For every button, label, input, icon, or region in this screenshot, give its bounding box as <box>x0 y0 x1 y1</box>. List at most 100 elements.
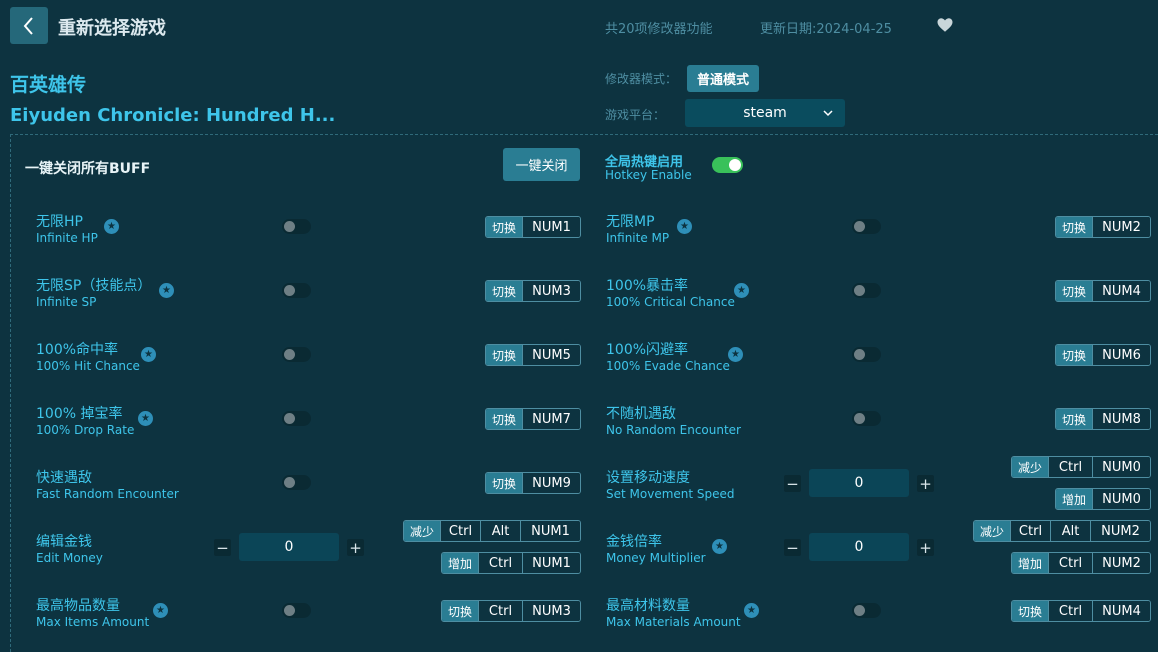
hotkey-tag: 切换 <box>486 409 522 429</box>
hotkey-money-multiplier-increase[interactable]: 增加 Ctrl NUM2 <box>1011 552 1151 574</box>
hotkey-no-random-encounter[interactable]: 切换 NUM8 <box>1055 408 1151 430</box>
toggle-infinite-mp[interactable] <box>852 219 881 234</box>
close-all-button[interactable]: 一键关闭 <box>503 148 580 181</box>
option-label-cn: 金钱倍率 <box>606 534 662 550</box>
hotkey-tag: 切换 <box>486 281 522 301</box>
hotkey-money-multiplier-decrease[interactable]: 减少 Ctrl Alt NUM2 <box>973 520 1151 542</box>
option-label-en: Infinite HP <box>36 231 98 245</box>
hotkey-infinite-hp[interactable]: 切换 NUM1 <box>485 216 581 238</box>
hotkey-infinite-sp[interactable]: 切换 NUM3 <box>485 280 581 302</box>
toggle-drop-rate[interactable] <box>282 411 311 426</box>
toggle-max-items[interactable] <box>282 603 311 618</box>
hotkey-tag: 切换 <box>1056 345 1092 365</box>
hotkey-tag: 切换 <box>486 473 522 493</box>
hotkey-key: NUM6 <box>1092 345 1150 365</box>
hotkey-key: NUM3 <box>522 601 580 621</box>
mode-button[interactable]: 普通模式 <box>687 65 759 92</box>
money-input[interactable]: 0 <box>239 533 339 561</box>
hotkey-max-items[interactable]: 切换 Ctrl NUM3 <box>441 600 581 622</box>
hotkey-key: NUM5 <box>522 345 580 365</box>
hotkey-tag: 减少 <box>974 521 1010 541</box>
hotkey-tag: 切换 <box>1012 601 1048 621</box>
hotkey-tag: 切换 <box>1056 281 1092 301</box>
star-icon: ★ <box>159 283 174 298</box>
page-title: 重新选择游戏 <box>58 18 166 39</box>
divider-vertical <box>10 134 11 652</box>
hotkey-tag: 切换 <box>486 345 522 365</box>
game-title-en: Eiyuden Chronicle: Hundred H... <box>10 105 336 126</box>
hotkey-tag: 减少 <box>1012 457 1048 477</box>
toggle-infinite-sp[interactable] <box>282 283 311 298</box>
hotkey-money-increase[interactable]: 增加 Ctrl NUM1 <box>441 552 581 574</box>
platform-select[interactable]: steam <box>685 99 845 127</box>
decrement-button[interactable]: − <box>214 539 231 557</box>
option-label-cn: 快速遇敌 <box>36 470 92 486</box>
toggle-hit-chance[interactable] <box>282 347 311 362</box>
option-label-en: Infinite SP <box>36 295 97 309</box>
increment-button[interactable]: + <box>917 539 934 557</box>
hotkey-key: NUM4 <box>1092 601 1150 621</box>
hotkey-key: NUM2 <box>1092 217 1150 237</box>
feature-count: 共20项修改器功能 <box>605 22 713 37</box>
increment-button[interactable]: + <box>347 539 364 557</box>
hotkey-movement-speed-increase[interactable]: 增加 NUM0 <box>1055 488 1151 510</box>
hotkey-tag: 切换 <box>442 601 478 621</box>
star-icon: ★ <box>728 347 743 362</box>
option-label-en: 100% Critical Chance <box>606 295 735 309</box>
decrement-button[interactable]: − <box>784 539 801 557</box>
hotkey-key: NUM0 <box>1092 457 1150 477</box>
update-date: 更新日期:2024-04-25 <box>760 22 892 37</box>
toggle-no-random-encounter[interactable] <box>852 411 881 426</box>
hotkey-key: NUM7 <box>522 409 580 429</box>
hotkey-evade-chance[interactable]: 切换 NUM6 <box>1055 344 1151 366</box>
hotkey-key: NUM2 <box>1090 521 1150 541</box>
hotkey-fast-random-encounter[interactable]: 切换 NUM9 <box>485 472 581 494</box>
hotkey-tag: 增加 <box>442 553 478 573</box>
toggle-evade-chance[interactable] <box>852 347 881 362</box>
toggle-infinite-hp[interactable] <box>282 219 311 234</box>
option-label-cn: 100%命中率 <box>36 342 119 358</box>
hotkey-key: NUM8 <box>1092 409 1150 429</box>
hotkey-key: NUM1 <box>520 521 580 541</box>
hotkey-tag: 切换 <box>1056 217 1092 237</box>
hotkey-key: NUM0 <box>1092 489 1150 509</box>
money-multiplier-input[interactable]: 0 <box>809 533 909 561</box>
hotkey-money-decrease[interactable]: 减少 Ctrl Alt NUM1 <box>403 520 581 542</box>
option-label-cn: 无限MP <box>606 214 655 230</box>
hotkey-key: Alt <box>1050 521 1090 541</box>
toggle-fast-random-encounter[interactable] <box>282 475 311 490</box>
increment-button[interactable]: + <box>917 475 934 493</box>
hotkey-drop-rate[interactable]: 切换 NUM7 <box>485 408 581 430</box>
star-icon: ★ <box>104 219 119 234</box>
hotkey-movement-speed-decrease[interactable]: 减少 Ctrl NUM0 <box>1011 456 1151 478</box>
hotkey-key: NUM2 <box>1092 553 1150 573</box>
hotkey-key: Alt <box>480 521 520 541</box>
toggle-critical-chance[interactable] <box>852 283 881 298</box>
hotkey-infinite-mp[interactable]: 切换 NUM2 <box>1055 216 1151 238</box>
star-icon: ★ <box>744 603 759 618</box>
heart-icon[interactable] <box>936 16 954 34</box>
star-icon: ★ <box>153 603 168 618</box>
movement-speed-input[interactable]: 0 <box>809 469 909 497</box>
option-label-en: No Random Encounter <box>606 423 741 437</box>
back-button[interactable] <box>10 7 48 44</box>
hotkey-tag: 切换 <box>486 217 522 237</box>
toggle-max-materials[interactable] <box>852 603 881 618</box>
star-icon: ★ <box>734 283 749 298</box>
option-label-en: Edit Money <box>36 551 103 565</box>
hotkey-hit-chance[interactable]: 切换 NUM5 <box>485 344 581 366</box>
option-label-cn: 100%闪避率 <box>606 342 689 358</box>
hotkey-key: NUM1 <box>522 217 580 237</box>
hotkey-critical-chance[interactable]: 切换 NUM4 <box>1055 280 1151 302</box>
chevron-down-icon <box>823 110 833 117</box>
divider <box>10 134 1158 135</box>
star-icon: ★ <box>138 411 153 426</box>
option-label-en: 100% Evade Chance <box>606 359 730 373</box>
hotkey-max-materials[interactable]: 切换 Ctrl NUM4 <box>1011 600 1151 622</box>
star-icon: ★ <box>712 539 727 554</box>
hotkey-key: Ctrl <box>1048 553 1092 573</box>
hotkey-toggle[interactable] <box>712 157 743 173</box>
decrement-button[interactable]: − <box>784 475 801 493</box>
option-label-en: Max Items Amount <box>36 615 150 629</box>
hotkey-key: NUM1 <box>522 553 580 573</box>
